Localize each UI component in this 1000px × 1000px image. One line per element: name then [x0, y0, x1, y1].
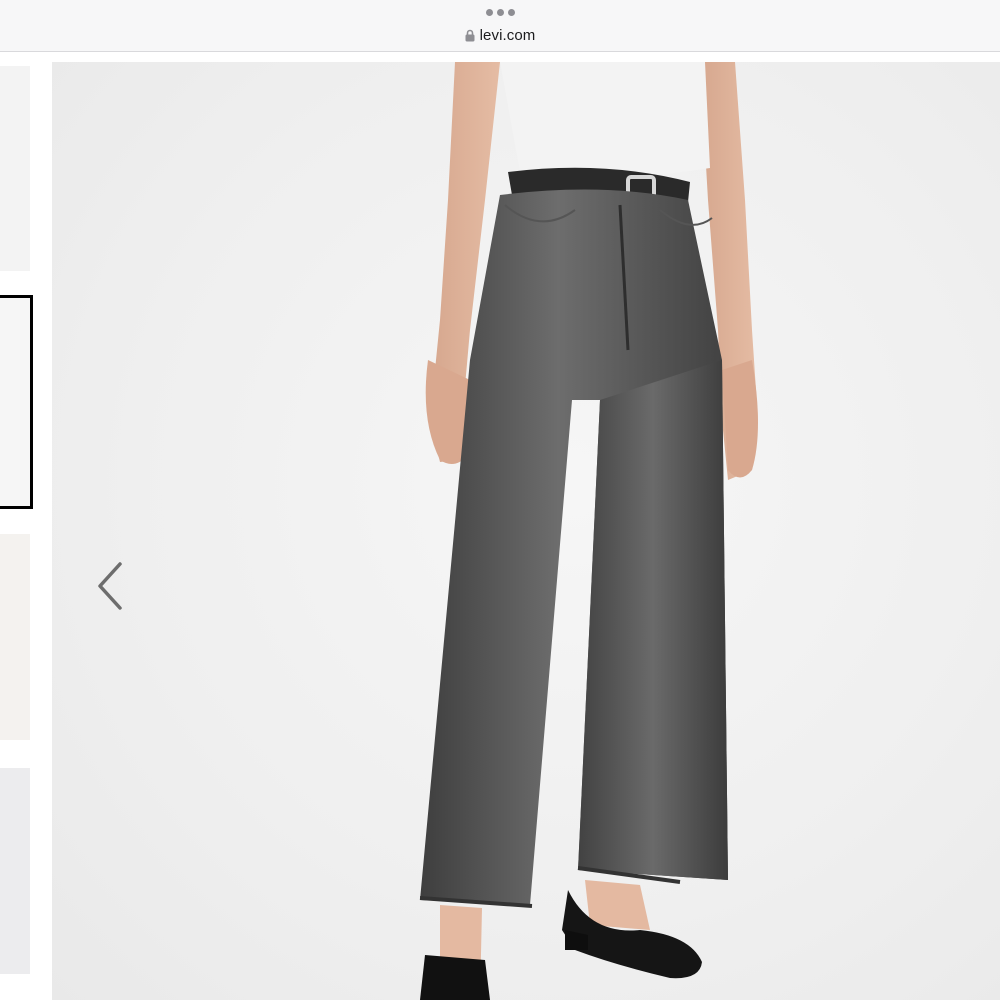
previous-image-button[interactable]: [92, 560, 128, 612]
thumbnail-3[interactable]: [0, 534, 30, 740]
product-image: [52, 62, 1000, 1000]
product-photo: [419, 62, 758, 1000]
lock-icon: [465, 29, 475, 42]
thumbnail-1[interactable]: [0, 66, 30, 271]
address-bar[interactable]: levi.com: [0, 24, 1000, 46]
more-dots-icon[interactable]: [486, 9, 515, 16]
thumbnail-rail: [0, 52, 40, 1000]
thumbnail-4[interactable]: [0, 768, 30, 974]
url-text: levi.com: [479, 26, 536, 44]
thumbnail-2-selected[interactable]: [0, 295, 33, 509]
chevron-left-icon: [98, 562, 122, 610]
browser-top-bar: levi.com: [0, 0, 1000, 52]
